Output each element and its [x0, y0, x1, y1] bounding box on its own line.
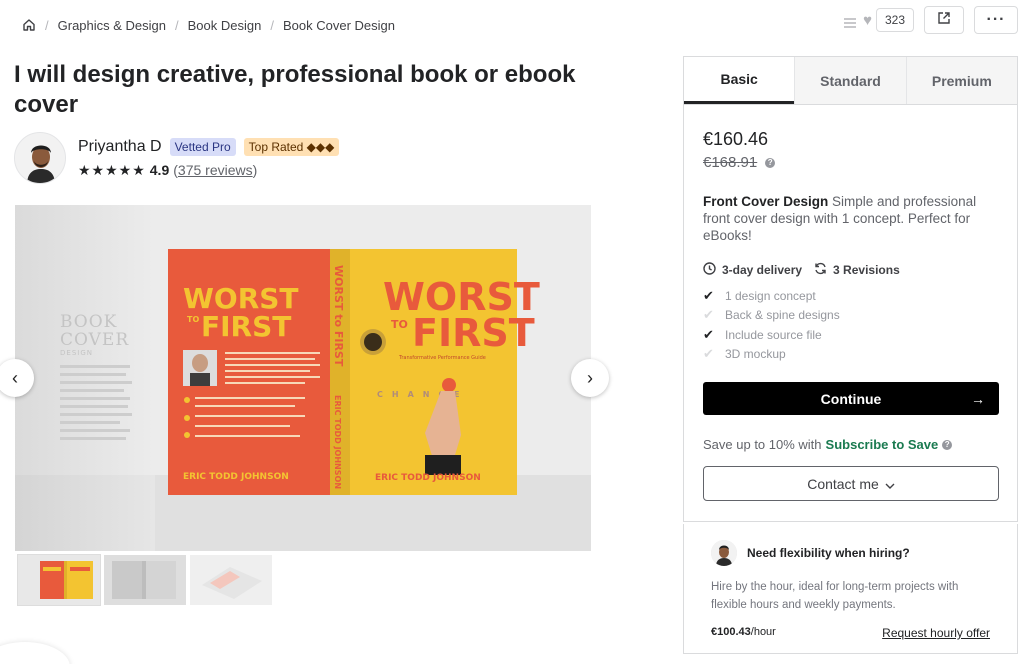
continue-button[interactable]: Continue →: [703, 382, 999, 415]
save-prefix: Save up to 10% with: [703, 437, 822, 452]
breadcrumb-book-design[interactable]: Book Design: [188, 18, 262, 33]
front-subtitle: Transformative Performance Guide: [398, 355, 486, 361]
hourly-rate-unit: /hour: [750, 626, 776, 638]
gig-title: I will design creative, professional boo…: [14, 61, 576, 118]
contact-label: Contact me: [807, 475, 879, 492]
floating-chat-tab[interactable]: [0, 642, 70, 664]
check-icon: ✔: [703, 346, 714, 362]
package-meta: 3-day delivery 3 Revisions: [703, 262, 998, 278]
thumbnail-2[interactable]: [104, 555, 186, 605]
star-rating-icon: ★★★★★: [78, 161, 146, 178]
rating-value: 4.9: [149, 162, 170, 178]
thumbnail-1[interactable]: [17, 554, 101, 606]
feature-item: ✔ Back & spine designs: [703, 307, 840, 323]
feature-item: ✔ 1 design concept: [703, 287, 816, 303]
list-icon[interactable]: [843, 15, 857, 28]
top-actions: ♥ 323 ···: [843, 6, 1018, 34]
seller-overview: Priyantha D Vetted Pro Top Rated ◆◆◆ ★★★…: [14, 132, 340, 184]
hourly-rate-value: €100.43: [711, 626, 751, 638]
package-box: Basic Standard Premium €160.46 €168.91 ?…: [683, 56, 1018, 522]
package-old-price: €168.91: [703, 154, 758, 171]
contact-me-button[interactable]: Contact me: [703, 466, 999, 501]
spine-author: ERIC TODD JOHNSON: [333, 395, 342, 489]
hourly-heading: Need flexibility when hiring?: [747, 546, 910, 560]
book-back-cover: WORST TO FIRST ERIC TODD JOHNSON: [168, 249, 330, 495]
breadcrumb-separator: /: [270, 17, 274, 33]
home-icon[interactable]: [22, 18, 36, 32]
heart-icon[interactable]: ♥: [863, 12, 872, 29]
package-description: Front Cover Design Simple and profession…: [703, 193, 998, 244]
clock-icon: [703, 262, 716, 278]
breadcrumb: / Graphics & Design / Book Design / Book…: [22, 16, 395, 34]
spine-title: WORST to FIRST: [332, 265, 345, 367]
hourly-rate: €100.43/hour: [711, 626, 776, 640]
subscribe-to-save-link[interactable]: Subscribe to Save: [826, 437, 939, 452]
gallery-main-image[interactable]: BOOK COVER DESIGN WORST TO FIRST ERIC TO…: [15, 205, 591, 551]
revisions: 3 Revisions: [833, 263, 900, 277]
check-icon: ✔: [703, 326, 714, 342]
book-front-cover: WORST TO FIRST Transformative Performanc…: [350, 249, 540, 495]
feature-item: ✔ Include source file: [703, 326, 822, 342]
reviews-link[interactable]: 375 reviews: [178, 162, 253, 178]
share-icon: [937, 11, 951, 30]
share-button[interactable]: [924, 6, 964, 34]
tab-premium[interactable]: Premium: [905, 57, 1017, 104]
delivery-time: 3-day delivery: [722, 263, 803, 277]
help-icon[interactable]: ?: [942, 439, 953, 450]
breadcrumb-book-cover-design[interactable]: Book Cover Design: [283, 18, 395, 33]
gallery-thumbnails: [17, 554, 272, 606]
seller-avatar-small: [711, 540, 737, 566]
hourly-description: Hire by the hour, ideal for long-term pr…: [711, 581, 959, 611]
side-text-cover: COVER: [60, 330, 129, 350]
help-icon[interactable]: ?: [765, 157, 776, 168]
check-icon: ✔: [703, 287, 714, 303]
tab-basic[interactable]: Basic: [684, 57, 795, 104]
breadcrumb-separator: /: [45, 17, 49, 33]
arrow-right-icon: →: [971, 390, 985, 407]
chevron-right-icon: ›: [587, 367, 593, 388]
package-features: ✔ 1 design concept ✔ Back & spine designs …: [703, 286, 998, 364]
refresh-icon: [814, 262, 827, 278]
top-rated-badge: Top Rated ◆◆◆: [243, 137, 340, 156]
save-to-list[interactable]: ♥ 323: [843, 6, 914, 34]
package-old-price-row: €168.91 ?: [703, 154, 998, 171]
likes-count: 323: [875, 8, 914, 32]
ellipsis-icon: ···: [986, 11, 1006, 28]
package-price: €160.46: [703, 129, 769, 149]
subscribe-save-row: Save up to 10% with Subscribe to Save ?: [703, 437, 998, 452]
vetted-pro-badge: Vetted Pro: [169, 137, 236, 156]
continue-label: Continue: [820, 390, 882, 407]
back-title-first: FIRST: [201, 310, 291, 343]
back-author: ERIC TODD JOHNSON: [183, 472, 289, 482]
breadcrumb-separator: /: [175, 17, 179, 33]
check-icon: ✔: [703, 307, 714, 323]
package-desc-title: Front Cover Design: [703, 194, 829, 209]
side-text-design: DESIGN: [60, 349, 93, 357]
breadcrumb-graphics-design[interactable]: Graphics & Design: [58, 18, 166, 33]
chevron-down-icon: [885, 476, 895, 492]
front-author: ERIC TODD JOHNSON: [375, 473, 481, 483]
book-spine: WORST to FIRST ERIC TODD JOHNSON: [330, 249, 350, 495]
chevron-left-icon: ‹: [12, 367, 18, 388]
seller-avatar[interactable]: [14, 132, 66, 184]
request-hourly-offer-link[interactable]: Request hourly offer: [882, 626, 990, 640]
hourly-offer-box: Need flexibility when hiring? Hire by th…: [683, 524, 1018, 654]
tab-standard[interactable]: Standard: [794, 57, 906, 104]
seller-name[interactable]: Priyantha D: [78, 138, 162, 156]
front-title-to: TO: [391, 318, 408, 331]
gallery-next-button[interactable]: ›: [571, 359, 609, 397]
thumbnail-3[interactable]: [190, 555, 272, 605]
back-title-to: TO: [187, 315, 199, 324]
front-title-first: FIRST: [412, 311, 535, 355]
feature-item: ✔ 3D mockup: [703, 346, 786, 362]
more-options-button[interactable]: ···: [974, 6, 1018, 34]
side-text-book: BOOK: [60, 312, 117, 332]
package-tabs: Basic Standard Premium: [684, 57, 1017, 105]
